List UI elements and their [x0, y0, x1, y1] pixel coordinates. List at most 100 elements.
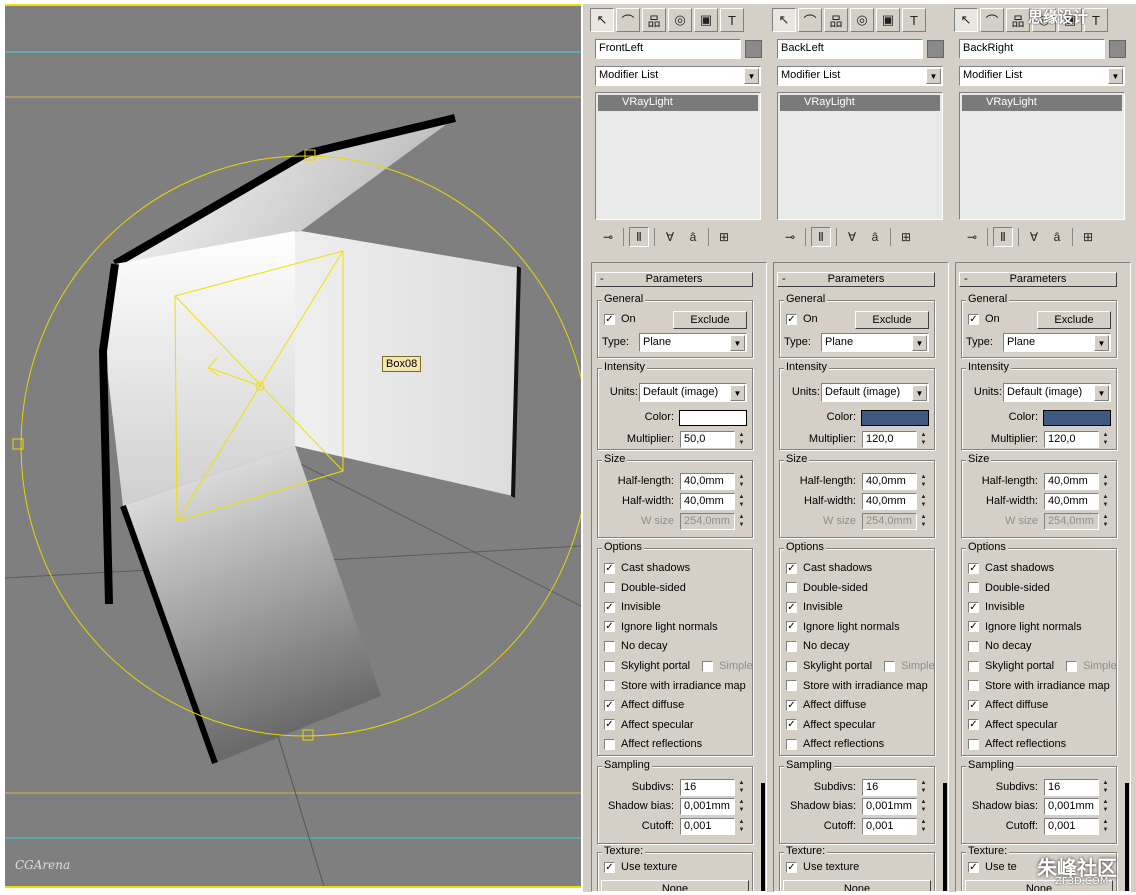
display-icon[interactable]: ▣ [876, 8, 900, 32]
exclude-button[interactable]: Exclude [1037, 311, 1111, 329]
use-texture-checkbox[interactable]: ✓ Use texture [786, 861, 859, 873]
checkbox-box[interactable]: ✓ [604, 621, 615, 633]
light-color-swatch[interactable] [1043, 410, 1111, 426]
spinner-arrows-icon[interactable]: ▲ ▼ [919, 473, 928, 490]
spinner-arrows-icon[interactable]: ▲ ▼ [919, 431, 928, 448]
motion-icon[interactable]: ◎ [668, 8, 692, 32]
rollout-header[interactable]: - Parameters [777, 272, 935, 287]
checkbox-box[interactable] [968, 680, 979, 692]
remove-modifier-icon[interactable]: ȃ [1047, 227, 1067, 247]
checkbox-box[interactable]: ✓ [604, 601, 615, 613]
spinner-arrows-icon[interactable]: ▲ ▼ [1101, 779, 1110, 796]
checkbox-box[interactable]: ✓ [968, 562, 979, 574]
multiplier-spinner[interactable]: 50,0 [680, 431, 735, 448]
half-width-spinner[interactable]: 40,0mm [1044, 493, 1099, 510]
option-checkbox[interactable]: ✓ Invisible [968, 601, 1025, 613]
use-texture-checkbox[interactable]: ✓ Use texture [604, 861, 677, 873]
make-unique-icon[interactable]: ∀ [1024, 227, 1044, 247]
type-select[interactable]: Plane ▼ [821, 333, 929, 352]
hierarchy-icon[interactable]: 品 [824, 8, 848, 32]
select-arrow-icon[interactable]: ↖ [590, 8, 614, 32]
show-end-result-icon[interactable]: Ⅱ [993, 227, 1013, 247]
half-width-spinner[interactable]: 40,0mm [862, 493, 917, 510]
checkbox-box[interactable] [786, 680, 797, 692]
object-color-swatch[interactable] [1109, 40, 1126, 58]
configure-icon[interactable]: ⊞ [714, 227, 734, 247]
show-end-result-icon[interactable]: Ⅱ [629, 227, 649, 247]
option-checkbox[interactable]: ✓ Cast shadows [604, 562, 690, 574]
spinner-arrows-icon[interactable]: ▲ ▼ [1101, 493, 1110, 510]
spinner-arrows-icon[interactable]: ▲ ▼ [737, 473, 746, 490]
option-checkbox[interactable]: ✓ Ignore light normals [968, 621, 1082, 633]
option-checkbox[interactable]: No decay [968, 640, 1031, 652]
rollout-scrollbar[interactable] [760, 263, 766, 891]
make-unique-icon[interactable]: ∀ [842, 227, 862, 247]
object-color-swatch[interactable] [745, 40, 762, 58]
object-color-swatch[interactable] [927, 40, 944, 58]
option-checkbox[interactable]: ✓ Cast shadows [786, 562, 872, 574]
cutoff-spinner[interactable]: 0,001 [862, 818, 917, 835]
pin-icon[interactable]: ⊸ [780, 227, 800, 247]
display-icon[interactable]: ▣ [694, 8, 718, 32]
multiplier-spinner[interactable]: 120,0 [862, 431, 917, 448]
option-checkbox[interactable]: ✓ Cast shadows [968, 562, 1054, 574]
option-checkbox[interactable]: Double-sided [604, 582, 686, 594]
option-checkbox[interactable]: ✓ Affect specular [968, 719, 1058, 731]
checkbox-box[interactable] [968, 640, 979, 652]
option-checkbox[interactable]: ✓ Ignore light normals [604, 621, 718, 633]
light-color-swatch[interactable] [679, 410, 747, 426]
checkbox-box[interactable]: ✓ [786, 562, 797, 574]
curve-icon[interactable]: ⌒ [798, 8, 822, 32]
pin-icon[interactable]: ⊸ [598, 227, 618, 247]
hierarchy-icon[interactable]: 品 [1006, 8, 1030, 32]
checkbox-box[interactable] [604, 640, 615, 652]
option-checkbox[interactable]: ✓ Affect specular [604, 719, 694, 731]
checkbox-box[interactable] [968, 582, 979, 594]
spinner-arrows-icon[interactable]: ▲ ▼ [737, 493, 746, 510]
configure-icon[interactable]: ⊞ [896, 227, 916, 247]
cutoff-spinner[interactable]: 0,001 [680, 818, 735, 835]
option-checkbox[interactable]: ✓ Invisible [786, 601, 843, 613]
option-checkbox[interactable]: Affect reflections [604, 738, 702, 750]
configure-icon[interactable]: ⊞ [1078, 227, 1098, 247]
stack-item-vraylight[interactable]: VRayLight [962, 95, 1122, 111]
cutoff-spinner[interactable]: 0,001 [1044, 818, 1099, 835]
checkbox-box[interactable] [604, 738, 615, 750]
option-checkbox[interactable]: Skylight portal Simple [786, 660, 935, 672]
remove-modifier-icon[interactable]: ȃ [683, 227, 703, 247]
motion-icon[interactable]: ◎ [850, 8, 874, 32]
checkbox-box[interactable]: ✓ [604, 562, 615, 574]
select-arrow-icon[interactable]: ↖ [954, 8, 978, 32]
rollout-scrollbar[interactable] [942, 263, 948, 891]
spinner-arrows-icon[interactable]: ▲ ▼ [919, 818, 928, 835]
utilities-hammer-icon[interactable]: T [720, 8, 744, 32]
option-checkbox[interactable]: Store with irradiance map [786, 680, 928, 692]
spinner-arrows-icon[interactable]: ▲ ▼ [737, 798, 746, 815]
checkbox-box[interactable] [786, 582, 797, 594]
checkbox-box[interactable]: ✓ [604, 719, 615, 731]
spinner-arrows-icon[interactable]: ▲ ▼ [1101, 431, 1110, 448]
checkbox-box[interactable] [604, 582, 615, 594]
subdivs-spinner[interactable]: 16 [1044, 779, 1099, 796]
option-checkbox[interactable]: Store with irradiance map [968, 680, 1110, 692]
on-checkbox[interactable]: ✓ On [968, 313, 1000, 325]
units-select[interactable]: Default (image) ▼ [821, 383, 929, 402]
rollout-scrollbar[interactable] [1124, 263, 1130, 891]
select-arrow-icon[interactable]: ↖ [772, 8, 796, 32]
checkbox-box[interactable]: ✓ [968, 601, 979, 613]
shadow-bias-spinner[interactable]: 0,001mm [1044, 798, 1099, 815]
rollout-header[interactable]: - Parameters [595, 272, 753, 287]
spinner-arrows-icon[interactable]: ▲ ▼ [737, 431, 746, 448]
show-end-result-icon[interactable]: Ⅱ [811, 227, 831, 247]
exclude-button[interactable]: Exclude [855, 311, 929, 329]
texture-map-button[interactable]: None [783, 880, 931, 891]
checkbox-box[interactable] [786, 660, 797, 672]
spinner-arrows-icon[interactable]: ▲ ▼ [919, 798, 928, 815]
option-checkbox[interactable]: ✓ Ignore light normals [786, 621, 900, 633]
exclude-button[interactable]: Exclude [673, 311, 747, 329]
perspective-viewport[interactable]: Box08 CGArena [5, 4, 581, 888]
checkbox-box[interactable]: ✓ [604, 699, 615, 711]
option-checkbox[interactable]: Skylight portal Simple [604, 660, 753, 672]
remove-modifier-icon[interactable]: ȃ [865, 227, 885, 247]
checkbox-box[interactable]: ✓ [968, 719, 979, 731]
